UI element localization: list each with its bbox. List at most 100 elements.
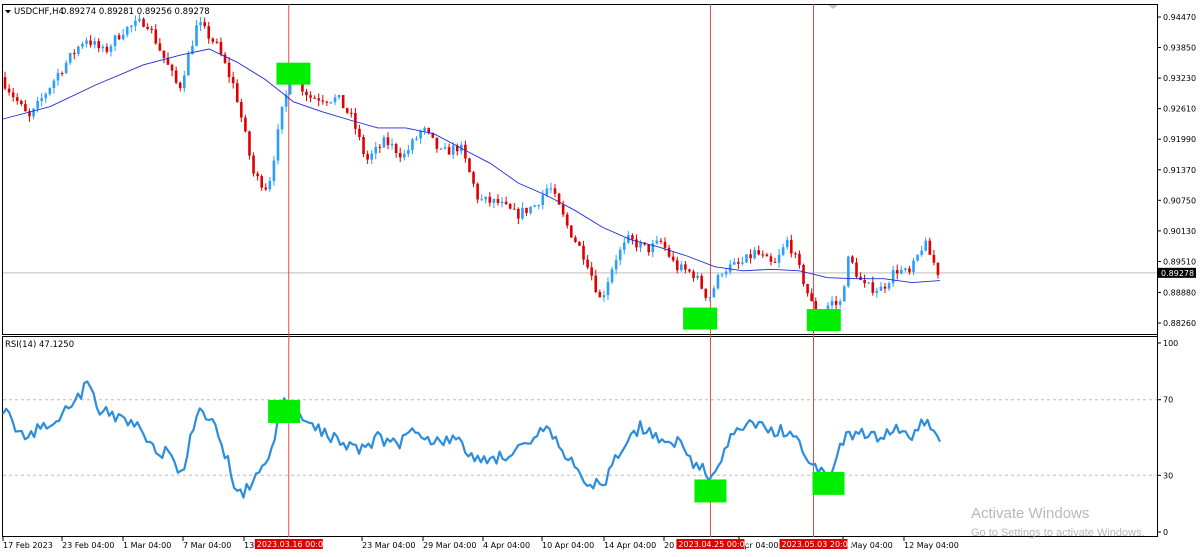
- candle-body: [700, 275, 703, 289]
- candle-body: [472, 172, 475, 184]
- price-tick-label: 0.91990: [1163, 135, 1196, 144]
- rsi-highlight-box: [694, 479, 727, 503]
- candle-body: [150, 28, 153, 30]
- candle-body: [288, 84, 292, 95]
- candle-body: [728, 264, 732, 272]
- candle-body: [810, 293, 813, 302]
- price-tick-label: 0.93230: [1163, 74, 1196, 83]
- candle-body: [851, 256, 854, 263]
- candle-body: [439, 148, 443, 150]
- candle-body: [24, 104, 27, 112]
- candle-body: [195, 25, 198, 46]
- candle-body: [802, 264, 805, 285]
- price-pane: [2, 4, 1158, 335]
- candle-body: [68, 53, 72, 63]
- candle-body: [378, 146, 382, 148]
- candle-body: [72, 53, 76, 55]
- candle-body: [879, 286, 883, 291]
- rsi-tick-label: 30: [1163, 471, 1173, 480]
- candle-body: [867, 282, 871, 284]
- rsi-highlight-box: [812, 471, 845, 495]
- candle-body: [610, 269, 614, 283]
- candle-body: [15, 97, 19, 101]
- candle-body: [134, 20, 137, 26]
- rsi-tick-label: 0: [1163, 528, 1168, 537]
- candle-body: [215, 41, 219, 43]
- time-tick-label: 13: [244, 541, 254, 550]
- candle-body: [40, 98, 44, 101]
- candle-body: [476, 183, 479, 200]
- candle-body: [798, 253, 801, 265]
- candle-body: [231, 77, 235, 84]
- current-price-label: 0.89278: [1161, 269, 1194, 278]
- time-tick-label: 20: [664, 541, 674, 550]
- chart-title: USDCHF,H4: [14, 7, 64, 17]
- candle-body: [101, 46, 105, 49]
- rsi-pane: [2, 336, 1158, 537]
- candle-body: [85, 40, 88, 44]
- time-tick-label: 23 Feb 04:00: [62, 541, 114, 550]
- candle-body: [936, 262, 940, 275]
- candle-body: [415, 138, 418, 140]
- candle-body: [570, 225, 573, 238]
- candle-body: [525, 207, 528, 214]
- candle-body: [146, 26, 149, 29]
- candle-body: [203, 22, 206, 27]
- candle-body: [830, 300, 834, 306]
- candle-body: [394, 144, 398, 154]
- chart-window: 0.94470 0.93850 0.93230 0.92610 0.91990 0.913…: [0, 0, 1200, 552]
- candle-body: [138, 18, 141, 21]
- candle-body: [350, 112, 353, 114]
- candle-body: [696, 275, 699, 279]
- candle-body: [659, 240, 663, 242]
- candle-body: [504, 201, 508, 204]
- rsi-tick-label: 70: [1163, 396, 1173, 405]
- vertical-marker-label: 2023.04.25 00:00: [678, 540, 749, 549]
- vertical-marker-label: 2023.05.03 20:00: [782, 540, 853, 549]
- candle-body: [716, 275, 720, 289]
- candle-body: [443, 147, 447, 149]
- candle-body: [244, 117, 247, 132]
- candle-body: [121, 34, 125, 40]
- candle-body: [708, 297, 712, 299]
- candle-body: [435, 137, 439, 149]
- candle-body: [366, 154, 369, 160]
- candle-body: [920, 250, 923, 255]
- candle-body: [272, 160, 276, 181]
- candle-body: [382, 137, 386, 148]
- candle-body: [574, 237, 577, 242]
- candle-body: [97, 41, 101, 49]
- time-tick-label: 4 Apr 04:00: [483, 541, 530, 550]
- price-tick-label: 0.90130: [1163, 227, 1196, 236]
- candle-body: [56, 72, 60, 81]
- trading-chart: 0.94470 0.93850 0.93230 0.92610 0.91990 0.913…: [0, 0, 1200, 552]
- candle-body: [130, 25, 133, 27]
- candle-body: [182, 75, 186, 89]
- price-tick-label: 0.89510: [1163, 257, 1196, 266]
- candle-body: [737, 262, 740, 264]
- candle-body: [724, 271, 728, 275]
- candle-body: [741, 262, 744, 264]
- candle-body: [912, 260, 915, 272]
- candle-body: [81, 43, 84, 47]
- candle-body: [496, 198, 500, 204]
- time-tick-label: 23 Mar 04:00: [362, 541, 415, 550]
- price-tick-label: 0.94470: [1163, 13, 1196, 22]
- candle-body: [671, 256, 675, 261]
- candle-body: [618, 249, 622, 261]
- candle-body: [838, 301, 842, 305]
- candle-body: [545, 188, 549, 195]
- candle-body: [887, 283, 891, 289]
- candle-body: [386, 137, 390, 146]
- time-tick-label: 14 Apr 04:00: [604, 541, 656, 550]
- candle-body: [488, 196, 492, 203]
- candle-body: [924, 240, 928, 251]
- candle-body: [268, 180, 272, 190]
- candle-body: [48, 88, 52, 95]
- candle-body: [720, 274, 724, 276]
- candle-body: [60, 72, 64, 74]
- candle-body: [276, 129, 280, 161]
- candle-body: [390, 144, 394, 146]
- candle-body: [333, 97, 337, 103]
- candle-body: [500, 201, 504, 204]
